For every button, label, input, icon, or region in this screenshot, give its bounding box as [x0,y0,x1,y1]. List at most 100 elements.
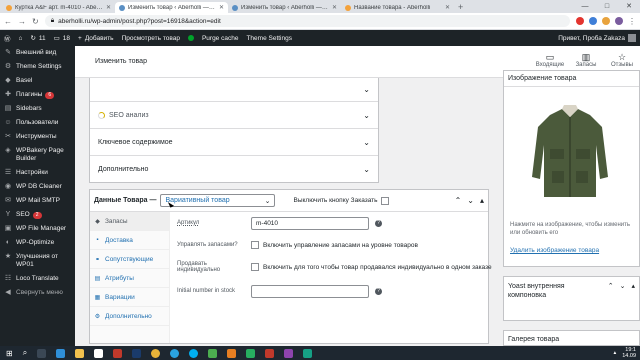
reload-icon[interactable]: ↻ [32,17,39,26]
inbox-button[interactable]: ▭ Входящие [536,52,564,68]
product-data-tab[interactable]: ▤ Атрибуты [90,269,169,288]
app-icon[interactable] [227,348,237,358]
extension-icon[interactable] [602,17,610,25]
sidebar-item[interactable]: ◈ WPBakery Page Builder [0,144,75,166]
browser-tab[interactable]: Куртка A&F арт. m-4010 - Aberholli ✕ [2,2,115,13]
filezilla-icon[interactable] [113,348,123,358]
sold-individually-checkbox[interactable] [251,263,259,271]
sidebar-item[interactable]: ✚ Плагины 6 [0,88,75,102]
app-icon[interactable] [303,348,313,358]
app-icon[interactable] [265,348,275,358]
help-icon[interactable]: ? [375,287,382,295]
toggle-panel-icon[interactable]: ▴ [631,282,635,290]
menu-kebab-icon[interactable]: ⋮ [628,17,636,26]
product-data-tab[interactable]: ⚙ Дополнительно [90,307,169,326]
tab-close-icon[interactable]: ✕ [106,4,111,11]
remove-image-link[interactable]: Удалить изображение товара [510,247,599,254]
key-content-row[interactable]: Ключевое содержимое ⌄ [90,128,378,155]
reviews-button[interactable]: ☆ Отзывы [608,52,636,68]
yoast-linking-header[interactable]: Yoast внутренняя компоновка ⌃ ⌄ ▴ [504,277,639,311]
seo-row-top[interactable]: ⌄ [90,77,378,101]
network-icon[interactable]: ▴ [613,350,616,356]
tab-close-icon[interactable]: ✕ [445,4,450,11]
move-up-icon[interactable]: ⌃ [455,196,462,205]
photoshop-icon[interactable] [132,348,142,358]
toggle-panel-icon[interactable]: ▴ [480,196,484,205]
sold-individually-option[interactable]: Включить для того чтобы товар продавался… [251,263,492,271]
extension-icon[interactable] [589,17,597,25]
store-icon[interactable] [94,348,104,358]
user-greeting[interactable]: Привет, Проба Zakaza [558,34,636,42]
sidebar-item[interactable]: Y SEO 2 [0,208,75,222]
sku-input[interactable]: m-4010 [251,216,369,230]
product-data-tab[interactable]: ▦ Вариации [90,288,169,307]
sidebar-item[interactable]: ✉ WP Mail SMTP [0,194,75,208]
sidebar-item[interactable]: ✎ Внешний вид [0,46,75,60]
app-icon[interactable] [246,348,256,358]
sidebar-item[interactable]: ◉ WP DB Cleaner [0,180,75,194]
disable-order-checkbox[interactable] [380,196,389,205]
edge-icon[interactable] [56,348,66,358]
view-product-link[interactable]: Просмотреть товар [122,35,180,42]
sidebar-item[interactable]: ▤ Sidebars [0,102,75,116]
sidebar-item[interactable]: ☰ Настройки [0,166,75,180]
sidebar-item[interactable]: ★ Улучшения от WP01 [0,250,75,272]
move-down-icon[interactable]: ⌄ [467,196,474,205]
product-data-tab[interactable]: ▪ Доставка [90,231,169,250]
add-new-link[interactable]: + Добавить [78,35,114,42]
back-icon[interactable]: ← [4,17,12,26]
sidebar-item[interactable]: ▣ WP File Manager [0,222,75,236]
telegram-icon[interactable] [170,348,180,358]
sidebar-item[interactable]: ☺ Пользователи [0,116,75,130]
move-up-icon[interactable]: ⌃ [608,282,614,290]
manage-stock-option[interactable]: Включить управление запасами на уровне т… [251,241,418,249]
manage-stock-checkbox[interactable] [251,241,259,249]
home-icon[interactable]: ⌂ [19,35,23,42]
maximize-button[interactable]: □ [596,0,618,13]
updates-link[interactable]: ↻ 11 [30,34,45,43]
browser-tab[interactable]: Изменить товар ‹ Aberholli — Wo ✕ [228,2,341,13]
sidebar-item[interactable]: ☷ Loco Translate [0,272,75,286]
search-icon[interactable]: ⌕ [23,348,27,358]
stock-button[interactable]: ▥ Запасы [572,52,600,68]
advanced-row[interactable]: Дополнительно ⌄ [90,155,378,182]
close-window-button[interactable]: ✕ [618,0,640,13]
forward-icon[interactable]: → [18,17,26,26]
skype-icon[interactable] [189,348,199,358]
minimize-button[interactable]: — [574,0,596,13]
sidebar-item[interactable]: ✂ Инструменты [0,130,75,144]
purge-cache-link[interactable]: Purge cache [202,35,239,42]
sidebar-item[interactable]: ◀ Свернуть меню [0,286,75,300]
disable-order-toggle[interactable]: Выключить кнопку Заказать [293,196,389,205]
comments-link[interactable]: ▭ 18 [54,34,70,43]
extension-icon[interactable] [576,17,584,25]
product-data-tab[interactable]: ⚭ Сопутствующие [90,250,169,269]
sidebar-item[interactable]: ◐ WP-Optimize [0,236,75,250]
task-view-icon[interactable] [37,348,47,358]
sidebar-item[interactable]: ⚙ Theme Settings [0,60,75,74]
product-image[interactable] [510,93,630,213]
explorer-icon[interactable] [75,348,85,358]
chrome-icon[interactable] [151,348,161,358]
seo-analysis-row[interactable]: SEO анализ ⌄ [90,101,378,128]
start-icon[interactable]: ⊞ [6,349,13,358]
help-icon[interactable]: ? [375,219,382,227]
initial-stock-input[interactable] [251,284,369,298]
tab-close-icon[interactable]: ✕ [332,4,337,11]
profile-avatar-icon[interactable] [615,17,623,25]
url-bar[interactable]: 🔒︎ aberholli.ru/wp-admin/post.php?post=1… [44,15,570,27]
seo-status-link[interactable] [187,35,194,41]
browser-tab[interactable]: Название товара - Aberholli ✕ [341,2,454,13]
theme-settings-link[interactable]: Theme Settings [246,35,292,42]
product-type-select[interactable]: Вариативный товар ⌄ [160,194,276,208]
app-icon[interactable] [208,348,218,358]
move-down-icon[interactable]: ⌄ [620,282,626,290]
browser-tab-active[interactable]: Изменить товар ‹ Aberholli — Wo ✕ [115,2,228,13]
tab-close-icon[interactable]: ✕ [219,4,224,11]
clock[interactable]: 19:1 14.09 [622,347,636,359]
sidebar-item[interactable]: ◆ Basel [0,74,75,88]
app-icon[interactable] [284,348,294,358]
wordpress-logo-icon[interactable]: Ⓦ [4,33,11,43]
product-data-tab[interactable]: ◆ Запасы [90,212,169,231]
gallery-header[interactable]: Галерея товара [504,331,639,347]
